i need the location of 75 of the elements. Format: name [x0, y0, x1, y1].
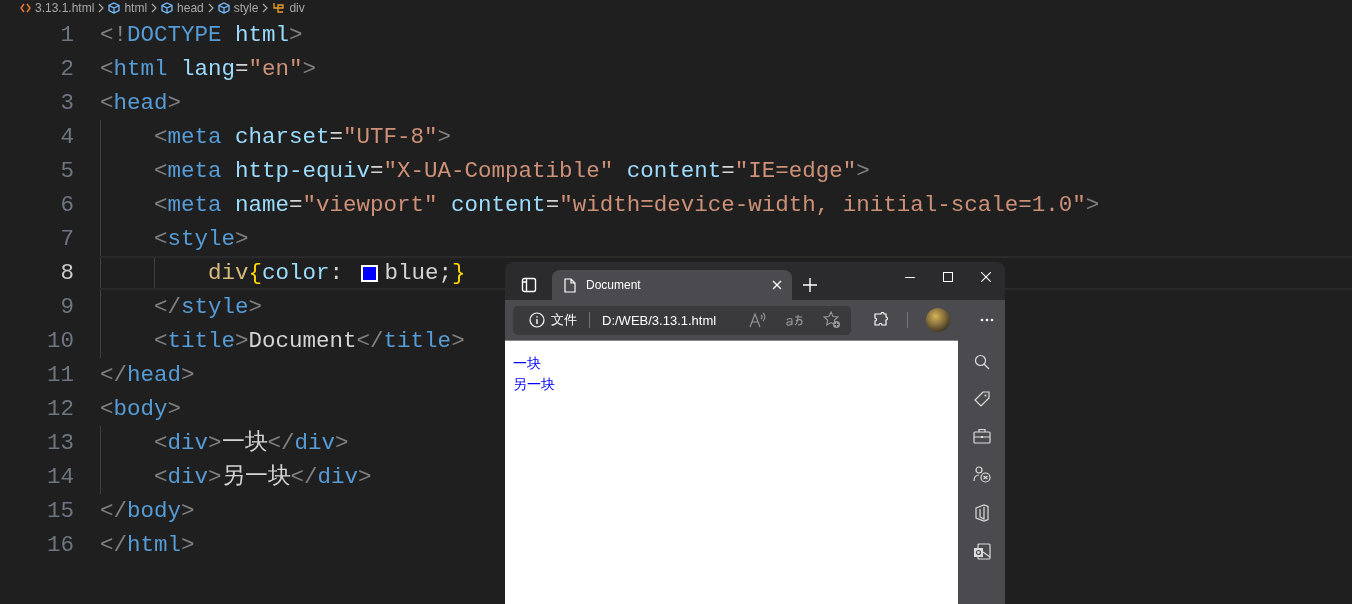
breadcrumb-item[interactable]: html [124, 1, 148, 15]
info-icon [529, 312, 545, 328]
style-rule-icon [272, 2, 286, 14]
line-number: 13 [46, 429, 74, 458]
code-line: </style> [154, 293, 263, 322]
page-icon [564, 277, 576, 293]
chevron-icon [207, 3, 214, 13]
breadcrumb-item[interactable]: head [177, 1, 204, 15]
line-number: 6 [59, 191, 74, 220]
code-line: blue;} [384, 259, 466, 288]
line-number: 7 [59, 225, 74, 254]
new-tab-icon[interactable] [803, 278, 817, 292]
page-text: 一块 [513, 354, 542, 373]
page-text: 另一块 [513, 375, 556, 394]
chevron-icon [151, 3, 158, 13]
line-number: 10 [46, 327, 74, 356]
line-number: 1 [59, 21, 74, 50]
url-text: D:/WEB/3.13.1.html [602, 312, 717, 328]
line-number: 16 [46, 531, 74, 560]
office-icon[interactable] [974, 504, 989, 522]
line-number: 15 [46, 497, 74, 526]
code-line: <!DOCTYPE html> [100, 21, 303, 50]
code-line: div{color: [208, 259, 345, 288]
cube-icon [217, 2, 230, 14]
code-line: <style> [154, 225, 249, 254]
code-line: <title>Document</title> [154, 327, 465, 356]
outlook-icon[interactable] [972, 543, 991, 561]
tab-actions-icon[interactable] [520, 277, 537, 293]
read-aloud-icon[interactable] [749, 312, 767, 328]
line-number: 5 [59, 157, 74, 186]
color-swatch-icon[interactable] [360, 264, 378, 282]
line-number: 2 [59, 55, 74, 84]
more-icon[interactable] [980, 318, 994, 322]
security-label: 文件 [551, 311, 577, 329]
chevron-icon [262, 3, 269, 13]
code-line: <meta charset="UTF-8"> [154, 123, 452, 152]
code-line: <html lang="en"> [100, 55, 317, 84]
maximize-icon[interactable] [943, 272, 953, 282]
code-line: </head> [100, 361, 195, 390]
code-line: <body> [100, 395, 182, 424]
add-favorite-icon[interactable] [823, 311, 841, 329]
code-line: </body> [100, 497, 195, 526]
puzzle-piece-icon[interactable] [873, 312, 889, 328]
browser-tab[interactable]: Document [552, 270, 792, 300]
breadcrumb-item[interactable]: style [233, 1, 259, 15]
breadcrumb-item[interactable]: 3.13.1.html [35, 1, 95, 15]
code-line: <meta name="viewport" content="width=device-width, initial-scale=1.0"> [154, 191, 1100, 220]
address-bar[interactable]: 文件 D:/WEB/3.13.1.html [513, 305, 851, 335]
tag-icon[interactable] [973, 391, 990, 407]
indent-guide [154, 258, 155, 288]
code-line: <head> [100, 89, 182, 118]
profile-avatar-icon[interactable] [926, 308, 950, 332]
translate-icon[interactable] [785, 312, 805, 328]
toolbox-icon[interactable] [972, 428, 991, 444]
line-number: 3 [59, 89, 74, 118]
cube-icon [161, 2, 174, 14]
line-number: 11 [46, 361, 74, 390]
close-icon[interactable] [981, 272, 991, 282]
code-line: </html> [100, 531, 195, 560]
chevron-icon [98, 3, 105, 13]
close-icon[interactable] [772, 280, 782, 290]
line-number: 8 [59, 259, 74, 288]
code-line: <meta http-equiv="X-UA-Compatible" content="IE=edge"> [154, 157, 870, 186]
line-number: 12 [46, 395, 74, 424]
breadcrumb-item[interactable]: div [289, 1, 305, 15]
line-number: 9 [59, 293, 74, 322]
search-icon[interactable] [973, 354, 990, 370]
code-line: <div>一块</div> [154, 429, 349, 458]
line-number: 14 [46, 463, 74, 492]
person-game-icon[interactable] [972, 465, 991, 483]
code-file-icon [20, 3, 31, 13]
code-line: <div>另一块</div> [154, 463, 372, 492]
cube-icon [108, 2, 121, 14]
line-number: 4 [59, 123, 74, 152]
indent-guide [100, 258, 101, 288]
